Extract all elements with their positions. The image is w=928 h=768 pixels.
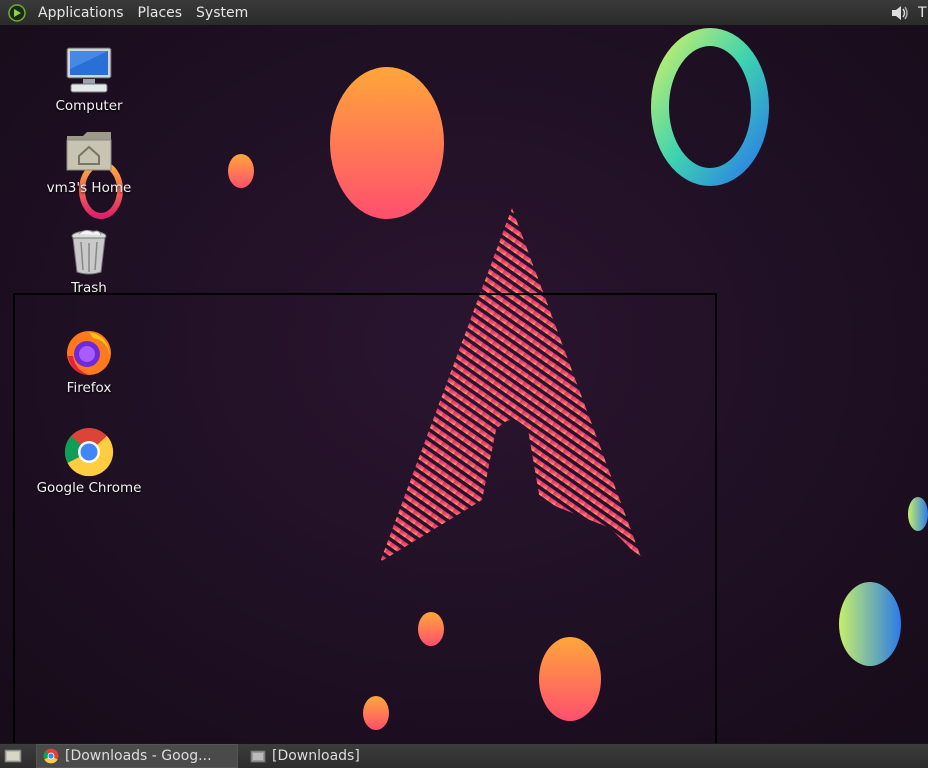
taskbar-item-label: [Downloads - Goog... — [65, 748, 212, 764]
panel-tray: T — [888, 0, 928, 25]
home-folder-icon — [66, 132, 112, 171]
top-panel: Applications Places System T — [0, 0, 928, 26]
desktop-icon-label: vm3's Home — [46, 180, 132, 196]
desktop-icon-label: Computer — [55, 98, 123, 114]
desktop-icon-home[interactable]: vm3's Home — [34, 126, 144, 196]
taskbar-item-chrome[interactable]: [Downloads - Goog... — [36, 744, 238, 768]
selection-rectangle — [13, 293, 717, 752]
desktop-icon-trash[interactable]: Trash — [34, 226, 144, 296]
taskbar-item-label: [Downloads] — [272, 748, 360, 764]
distro-logo-icon[interactable] — [8, 3, 26, 22]
clock[interactable]: T — [918, 5, 928, 21]
volume-icon[interactable] — [888, 2, 910, 24]
trash-icon — [71, 229, 107, 275]
desktop-icon-computer[interactable]: Computer — [34, 44, 144, 114]
taskbar-item-file-manager[interactable]: [Downloads] — [244, 745, 406, 767]
file-manager-icon — [250, 750, 266, 763]
menu-system[interactable]: System — [190, 5, 256, 21]
menu-applications[interactable]: Applications — [32, 5, 132, 21]
show-desktop-icon[interactable] — [4, 748, 22, 764]
computer-icon — [66, 47, 112, 93]
chrome-icon — [43, 748, 59, 764]
menu-places[interactable]: Places — [132, 5, 191, 21]
bottom-panel: [Downloads - Goog... [Downloads] — [0, 743, 928, 768]
